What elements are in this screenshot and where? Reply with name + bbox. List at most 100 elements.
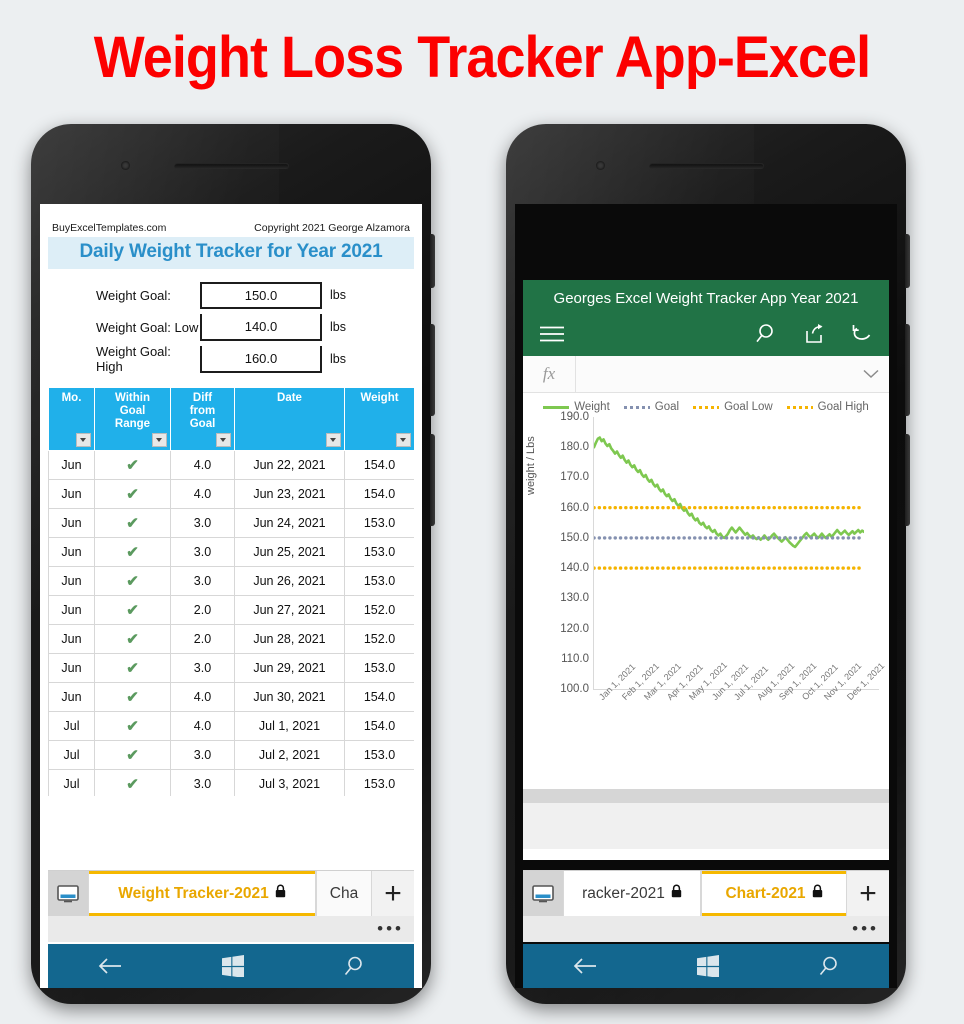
cell-diff: 4.0 (170, 711, 235, 741)
back-arrow-icon[interactable] (572, 956, 598, 976)
filter-dropdown-icon[interactable] (216, 433, 231, 447)
table-row[interactable]: Jun ✔ 3.0 Jun 26, 2021 153.0 (48, 566, 414, 596)
filter-dropdown-icon[interactable] (76, 433, 91, 447)
table-row[interactable]: Jul ✔ 3.0 Jul 3, 2021 153.0 (48, 769, 414, 796)
table-row[interactable]: Jul ✔ 4.0 Jul 1, 2021 154.0 (48, 711, 414, 741)
cell-date: Jun 26, 2021 (234, 566, 345, 596)
cell-diff: 4.0 (170, 682, 235, 712)
table-row[interactable]: Jun ✔ 3.0 Jun 25, 2021 153.0 (48, 537, 414, 567)
search-icon[interactable] (343, 955, 365, 977)
search-icon[interactable] (755, 323, 777, 350)
check-icon: ✔ (126, 776, 139, 793)
cell-month: Jun (48, 450, 95, 480)
y-tick-label: 180.0 (560, 441, 589, 454)
formula-bar[interactable]: fx (523, 356, 889, 393)
table-row[interactable]: Jun ✔ 4.0 Jun 22, 2021 154.0 (48, 450, 414, 480)
goal-value-high[interactable]: 160.0 (200, 345, 322, 373)
side-button-volume-down[interactable] (905, 434, 910, 526)
overflow-menu-button[interactable]: ••• (852, 920, 879, 937)
overflow-bar: ••• (48, 916, 414, 942)
legend-item-goal-low: Goal Low (693, 401, 773, 413)
side-button-volume-down[interactable] (430, 434, 435, 526)
cell-within-goal: ✔ (94, 682, 171, 712)
goal-unit-low: lbs (330, 320, 346, 334)
check-icon: ✔ (126, 689, 139, 706)
filter-dropdown-icon[interactable] (396, 433, 411, 447)
lock-icon (275, 884, 286, 903)
add-sheet-button[interactable]: + (372, 871, 414, 916)
tab-label-chart: Chart-2021 (725, 884, 806, 902)
share-icon[interactable] (803, 323, 825, 350)
legend-label: Goal (654, 401, 680, 413)
legend-swatch (623, 405, 650, 409)
windows-logo-icon[interactable] (696, 955, 719, 977)
cell-date: Jun 25, 2021 (234, 537, 345, 567)
table-header-weight: Weight (344, 387, 414, 451)
check-icon: ✔ (126, 544, 139, 561)
back-arrow-icon[interactable] (97, 956, 123, 976)
excel-app: Georges Excel Weight Tracker App Year 20… (523, 280, 889, 860)
windows-logo-icon[interactable] (221, 955, 244, 977)
add-sheet-button[interactable]: + (847, 871, 889, 916)
cell-weight: 154.0 (344, 479, 414, 509)
side-button-mute[interactable] (905, 234, 910, 288)
cell-weight: 154.0 (344, 711, 414, 741)
sheet-blank-area[interactable] (523, 803, 889, 849)
tab-chart-2021[interactable]: Cha (316, 871, 372, 916)
overflow-bar: ••• (523, 916, 889, 942)
side-button-volume-up[interactable] (905, 324, 910, 416)
tab-chart-2021[interactable]: Chart-2021 (701, 871, 847, 916)
chart-container[interactable]: Weight Goal Goal Low Goal High weight / Lbs… (523, 393, 889, 789)
hamburger-menu-icon[interactable] (539, 325, 565, 348)
weight-table[interactable]: Mo. Within Goal Range Diff from Goal Date Weight… (48, 387, 414, 796)
y-tick-label: 190.0 (560, 411, 589, 423)
tab-label-weight-tracker: Weight Tracker-2021 (118, 884, 269, 902)
goal-value-target[interactable]: 150.0 (200, 281, 322, 309)
legend-swatch (543, 405, 570, 409)
cell-date: Jun 22, 2021 (234, 450, 345, 480)
table-body: Jun ✔ 4.0 Jun 22, 2021 154.0 Jun ✔ 4.0 Jun 23, 2… (48, 450, 414, 796)
cell-within-goal: ✔ (94, 450, 171, 480)
table-row[interactable]: Jun ✔ 4.0 Jun 30, 2021 154.0 (48, 682, 414, 712)
chart-plot: weight / Lbs 100.0 110.0 120.0 130.0 140.0 15… (525, 411, 886, 717)
table-row[interactable]: Jun ✔ 3.0 Jun 29, 2021 153.0 (48, 653, 414, 683)
cell-month: Jun (48, 653, 95, 683)
legend-label: Goal High (817, 401, 869, 413)
spreadsheet-view[interactable]: BuyExcelTemplates.com Copyright 2021 Geo… (48, 220, 414, 796)
overflow-menu-button[interactable]: ••• (377, 920, 404, 937)
check-icon: ✔ (126, 660, 139, 677)
sheet-list-icon[interactable] (48, 871, 88, 916)
tab-label-chart: Cha (329, 884, 359, 902)
table-row[interactable]: Jun ✔ 4.0 Jun 23, 2021 154.0 (48, 479, 414, 509)
side-button-mute[interactable] (430, 234, 435, 288)
table-header-date: Date (234, 387, 345, 451)
tab-weight-tracker-2021[interactable]: racker-2021 (563, 871, 701, 916)
cell-within-goal: ✔ (94, 653, 171, 683)
table-row[interactable]: Jun ✔ 2.0 Jun 27, 2021 152.0 (48, 595, 414, 625)
filter-dropdown-icon[interactable] (152, 433, 167, 447)
cell-within-goal: ✔ (94, 711, 171, 741)
table-row[interactable]: Jun ✔ 3.0 Jun 24, 2021 153.0 (48, 508, 414, 538)
cell-month: Jun (48, 479, 95, 509)
filter-dropdown-icon[interactable] (326, 433, 341, 447)
sheet-list-icon[interactable] (523, 871, 563, 916)
table-row[interactable]: Jul ✔ 3.0 Jul 2, 2021 153.0 (48, 740, 414, 770)
x-axis-ticks: Jan 1, 2021 Feb 1, 2021 Mar 1, 2021 Apr 1, … (593, 660, 886, 753)
tab-label-weight-tracker: racker-2021 (582, 884, 665, 902)
screen-right: Georges Excel Weight Tracker App Year 20… (515, 204, 897, 988)
table-header-mo: Mo. (48, 387, 95, 451)
cell-weight: 153.0 (344, 508, 414, 538)
cell-weight: 154.0 (344, 682, 414, 712)
side-button-volume-up[interactable] (430, 324, 435, 416)
table-row[interactable]: Jun ✔ 2.0 Jun 28, 2021 152.0 (48, 624, 414, 654)
y-tick-label: 160.0 (560, 501, 589, 514)
sheet-header: BuyExcelTemplates.com Copyright 2021 Geo… (48, 220, 414, 237)
cell-weight: 154.0 (344, 450, 414, 480)
undo-icon[interactable] (851, 323, 873, 350)
chevron-down-icon[interactable] (853, 367, 889, 382)
search-icon[interactable] (818, 955, 840, 977)
tab-weight-tracker-2021[interactable]: Weight Tracker-2021 (88, 871, 316, 916)
cell-diff: 2.0 (170, 624, 235, 654)
sheet-header-left: BuyExcelTemplates.com (52, 222, 167, 234)
goal-value-low[interactable]: 140.0 (200, 313, 322, 341)
